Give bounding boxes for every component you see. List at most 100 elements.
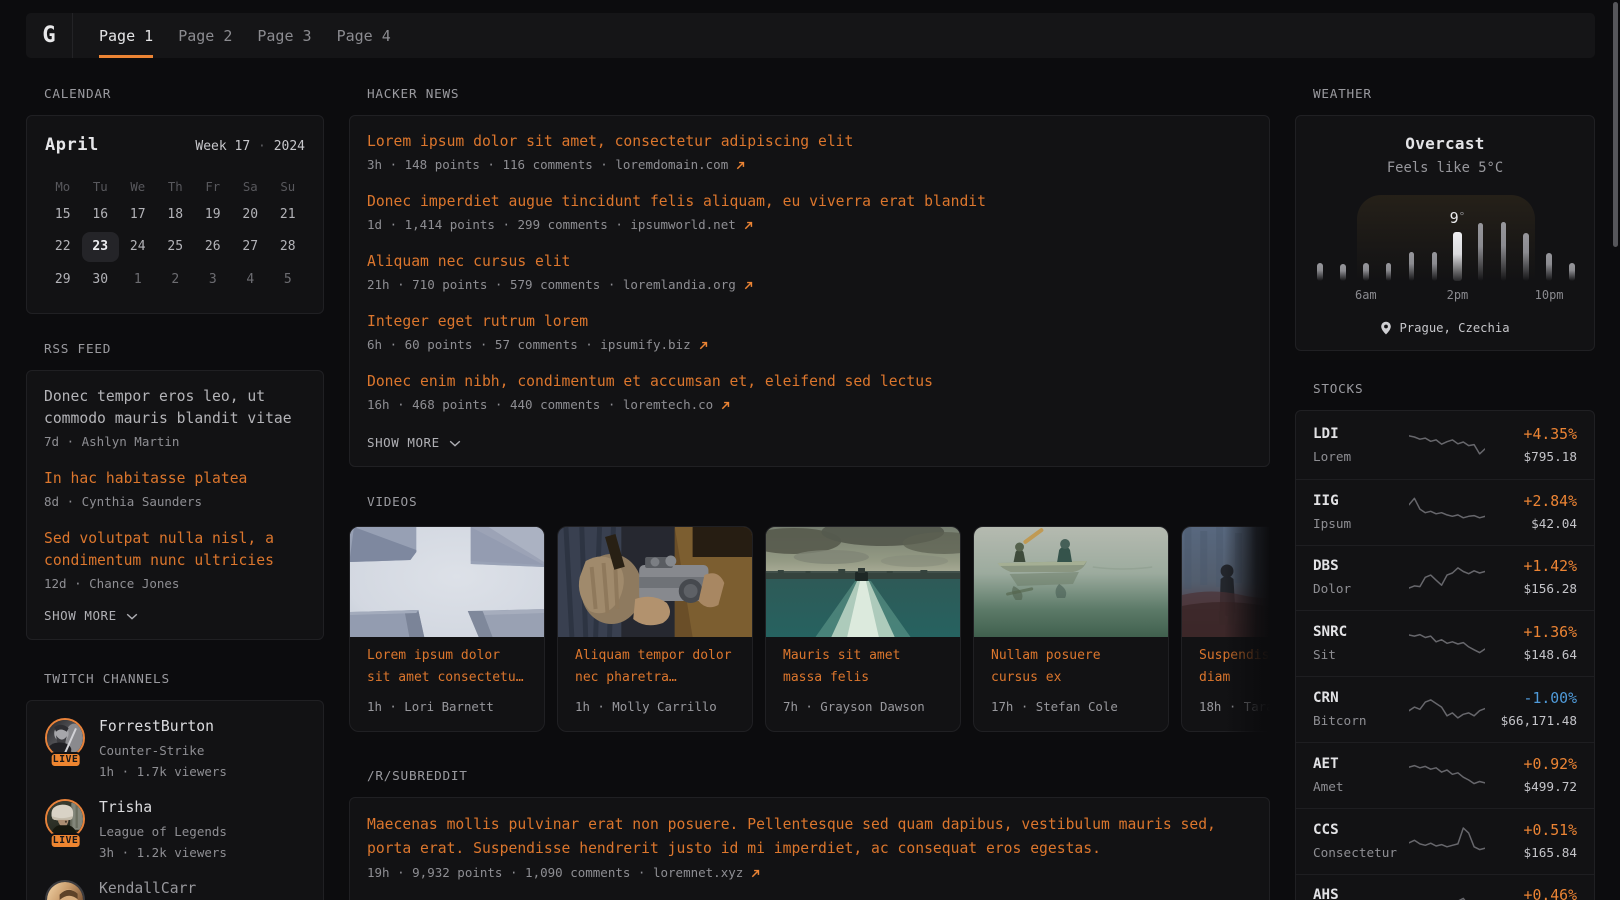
video-title[interactable]: Nullam posuere cursus ex [991,645,1151,689]
stock-price: $165.84 [1485,843,1577,863]
video-card[interactable]: Mauris sit amet massa felis 7h · Grayson… [765,526,961,732]
weather-time-label: 6am [1355,288,1377,302]
twitch-channel-row[interactable]: LIVE ForrestBurton Counter-Strike 1h · 1… [45,718,306,783]
chevron-down-icon [125,609,139,623]
rss-item-title[interactable]: In hac habitasse platea [44,468,306,490]
calendar-section-title: CALENDAR [44,87,324,101]
calendar-card: April Week 17 · 2024 MoTuWeThFrSaSu15161… [26,115,324,314]
stock-row[interactable]: CRN Bitcorn -1.00% $66,171.48 [1296,676,1594,742]
rss-item-title[interactable]: Sed volutpat nulla nisl, a condimentum n… [44,528,306,572]
stock-row[interactable]: SNRC Sit +1.36% $148.64 [1296,610,1594,676]
app-logo[interactable]: G [26,13,72,58]
calendar-grid: MoTuWeThFrSaSu15161718192021222324252627… [44,176,306,296]
tab-page-3[interactable]: Page 3 [257,13,311,58]
video-card[interactable]: Lorem ipsum dolor sit amet consectetu… 1… [349,526,545,732]
weather-bar [1478,223,1484,281]
twitch-channel-name[interactable]: Trisha [99,797,227,818]
stock-row[interactable]: AET Amet +0.92% $499.72 [1296,742,1594,808]
calendar-date-row: 15161718192021 [44,198,306,231]
stock-values: +0.51% $165.84 [1485,820,1577,863]
subreddit-post-title[interactable]: Maecenas mollis pulvinar erat non posuer… [367,813,1252,861]
dashboard-columns: CALENDAR April Week 17 · 2024 MoTuWeThFr… [26,87,1595,900]
stock-name: Amet [1313,777,1409,797]
hn-item-title[interactable]: Donec imperdiet augue tincidunt felis al… [367,191,1252,213]
stock-ticker: DBS [1313,556,1409,577]
rss-item: Sed volutpat nulla nisl, a condimentum n… [44,528,306,594]
twitch-channel-name[interactable]: KendallCarr [99,878,196,899]
stock-sparkline [1409,757,1485,793]
hn-item-title[interactable]: Aliquam nec cursus elit [367,251,1252,273]
stock-info: AHS [1313,885,1409,900]
hn-item-title[interactable]: Integer eget rutrum lorem [367,311,1252,333]
hn-item: Lorem ipsum dolor sit amet, consectetur … [367,131,1252,175]
tab-page-2[interactable]: Page 2 [178,13,232,58]
hn-item: Donec enim nibh, condimentum et accumsan… [367,371,1252,415]
weather-condition: Overcast [1313,134,1577,154]
stock-name: Dolor [1313,579,1409,599]
hn-show-more-label: SHOW MORE [367,433,440,453]
subreddit-section-title: /R/SUBREDDIT [367,769,1270,783]
calendar-day: 2 [157,263,195,296]
rss-item: Donec tempor eros leo, ut commodo mauris… [44,386,306,452]
live-badge: LIVE [49,752,82,768]
stock-info: SNRC Sit [1313,622,1409,665]
stock-sparkline [1409,823,1485,859]
weather-feels-like: Feels like 5°C [1313,159,1577,177]
tab-page-4[interactable]: Page 4 [337,13,391,58]
tab-page-1[interactable]: Page 1 [99,13,153,58]
hn-show-more-button[interactable]: SHOW MORE [367,433,462,453]
avatar-image [47,801,83,837]
video-card[interactable]: Aliquam tempor dolor nec pharetra… 1h · … [557,526,753,732]
video-title[interactable]: Mauris sit amet massa felis [783,645,943,689]
stock-row[interactable]: AHS +0.46% [1296,874,1594,900]
twitch-avatar-wrap: LIVE [45,799,86,864]
twitch-channel-row[interactable]: LIVE Trisha League of Legends 3h · 1.2k … [45,799,306,864]
stock-info: CRN Bitcorn [1313,688,1409,731]
page-scrollbar-thumb[interactable] [1613,2,1618,247]
twitch-channel-name[interactable]: ForrestBurton [99,716,227,737]
weather-bar [1569,263,1575,281]
stock-info: AET Amet [1313,754,1409,797]
twitch-channel-meta: 3h · 1.2k viewers [99,843,227,864]
twitch-channel-meta: 1h · 1.7k viewers [99,762,227,783]
navbar-divider [72,13,73,58]
twitch-channel-info: ForrestBurton Counter-Strike 1h · 1.7k v… [99,718,227,783]
rss-item: In hac habitasse platea 8d · Cynthia Sau… [44,468,306,512]
video-card[interactable]: Nullam posuere cursus ex 17h · Stefan Co… [973,526,1169,732]
weather-bar-current [1453,232,1462,281]
stock-row[interactable]: CCS Consectetur +0.51% $165.84 [1296,808,1594,874]
rss-item-title[interactable]: Donec tempor eros leo, ut commodo mauris… [44,386,306,430]
rss-show-more-button[interactable]: SHOW MORE [44,606,139,626]
hn-item-meta-text: 3h · 148 points · 116 comments · loremdo… [367,155,728,175]
video-thumbnail-concrete-pillars-sky [350,527,544,637]
twitch-channel-row[interactable]: KendallCarr [45,880,306,900]
stock-values: +1.42% $156.28 [1485,556,1577,599]
stock-info: IIG Ipsum [1313,491,1409,534]
calendar-day: 15 [44,198,82,231]
stock-values: +0.92% $499.72 [1485,754,1577,797]
weather-card: Overcast Feels like 5°C 9° 6am2pm10pm Pr… [1295,115,1595,351]
stock-price: $66,171.48 [1485,711,1577,731]
stock-row[interactable]: LDI Lorem +4.35% $795.18 [1296,413,1594,479]
video-card[interactable]: Suspendisse diam 18h · Tara [1181,526,1270,732]
weather-bar [1546,253,1552,281]
video-title[interactable]: Lorem ipsum dolor sit amet consectetu… [367,645,527,689]
external-link-icon [720,400,731,411]
videos-widget: VIDEOS Lorem ipsum dolor sit amet consec… [349,495,1270,732]
stock-values: +1.36% $148.64 [1485,622,1577,665]
video-title[interactable]: Aliquam tempor dolor nec pharetra… [575,645,735,689]
stocks-card: LDI Lorem +4.35% $795.18 IIG Ipsum +2.84… [1295,410,1595,900]
stock-price: $42.04 [1485,514,1577,534]
stock-info: LDI Lorem [1313,424,1409,467]
video-title[interactable]: Suspendisse diam [1199,645,1270,689]
calendar-separator: · [258,139,266,154]
calendar-week-year: Week 17 · 2024 [195,135,305,159]
stock-row[interactable]: IIG Ipsum +2.84% $42.04 [1296,479,1594,545]
twitch-card: LIVE ForrestBurton Counter-Strike 1h · 1… [26,700,324,900]
hn-item-title[interactable]: Lorem ipsum dolor sit amet, consectetur … [367,131,1252,153]
stock-row[interactable]: DBS Dolor +1.42% $156.28 [1296,545,1594,611]
twitch-avatar-wrap: LIVE [45,718,86,783]
hn-item-title[interactable]: Donec enim nibh, condimentum et accumsan… [367,371,1252,393]
rss-show-more-label: SHOW MORE [44,606,117,626]
calendar-month: April [45,133,99,157]
